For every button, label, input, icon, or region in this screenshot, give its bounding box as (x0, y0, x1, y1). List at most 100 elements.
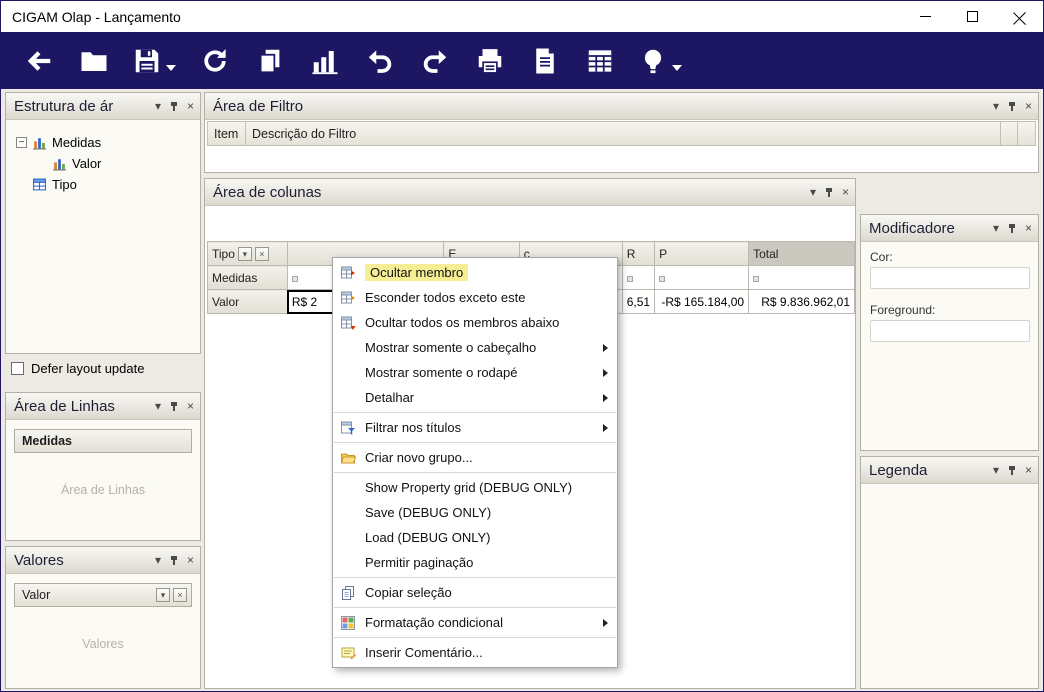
new-group-folder-icon (339, 450, 357, 466)
tips-dropdown-icon[interactable] (672, 64, 682, 71)
dropdown-icon[interactable]: ▾ (155, 554, 161, 566)
submenu-arrow-icon (603, 393, 608, 402)
pivot-col-header[interactable]: R (621, 241, 656, 266)
bar-chart-icon (312, 50, 337, 74)
redo-icon (423, 49, 446, 73)
menu-item-filtrar-titulos[interactable]: Filtrar nos títulos (333, 415, 617, 440)
remove-field-icon[interactable]: × (173, 588, 187, 602)
pin-icon[interactable] (1007, 465, 1017, 476)
close-panel-icon[interactable]: × (1025, 464, 1032, 476)
field-medidas[interactable]: Medidas (14, 429, 192, 453)
dropdown-icon[interactable]: ▾ (810, 186, 816, 198)
menu-item-load-debug[interactable]: Load (DEBUG ONLY) (333, 525, 617, 550)
dropdown-icon[interactable]: ▾ (993, 464, 999, 476)
close-button[interactable] (996, 1, 1043, 32)
filter-col-item[interactable]: Item (208, 122, 246, 145)
pivot-col-header-total[interactable]: Total (748, 241, 855, 266)
menu-item-ocultar-membro[interactable]: Ocultar membro (333, 260, 617, 285)
pin-icon[interactable] (169, 555, 179, 566)
tree-panel-header: Estrutura de ár ▾ × (6, 93, 200, 120)
maximize-icon (967, 11, 978, 22)
pin-icon[interactable] (1007, 101, 1017, 112)
open-button[interactable] (66, 38, 121, 84)
pivot-col-header[interactable]: P (654, 241, 750, 266)
chart-button[interactable] (297, 38, 352, 84)
color-input[interactable] (870, 267, 1030, 289)
pivot-row-header-valor[interactable]: Valor (207, 289, 288, 314)
print-button[interactable] (462, 38, 517, 84)
menu-item-esconder-todos-exceto[interactable]: Esconder todos exceto este (333, 285, 617, 310)
grid-view-button[interactable] (572, 38, 627, 84)
pin-icon[interactable] (824, 187, 834, 198)
pivot-value-cell[interactable]: R$ 9.836.962,01 (748, 289, 855, 314)
values-panel-body: Valor ▾ × Valores (6, 574, 200, 688)
tips-button[interactable] (627, 38, 693, 84)
pivot-cell[interactable] (748, 265, 855, 290)
remove-field-icon[interactable]: × (254, 246, 269, 261)
back-button[interactable] (11, 38, 66, 84)
undo-button[interactable] (352, 38, 407, 84)
pivot-value-cell[interactable]: 6,51 (621, 289, 656, 314)
tree-item-valor[interactable]: Valor (16, 153, 200, 174)
dropdown-icon[interactable]: ▾ (993, 222, 999, 234)
save-button[interactable] (121, 38, 187, 84)
pin-icon[interactable] (169, 401, 179, 412)
tree-item-tipo[interactable]: Tipo (16, 174, 200, 195)
menu-item-show-property-grid[interactable]: Show Property grid (DEBUG ONLY) (333, 475, 617, 500)
close-panel-icon[interactable]: × (842, 186, 849, 198)
menu-separator (334, 577, 616, 578)
close-panel-icon[interactable]: × (1025, 222, 1032, 234)
values-panel-header: Valores ▾ × (6, 547, 200, 574)
filter-col-extra-2[interactable] (1018, 122, 1035, 145)
pivot-row-header-medidas[interactable]: Medidas (207, 265, 288, 290)
filter-grid: Item Descrição do Filtro (207, 121, 1036, 146)
filter-col-extra-1[interactable] (1001, 122, 1018, 145)
close-panel-icon[interactable]: × (187, 400, 194, 412)
menu-item-ocultar-membros-abaixo[interactable]: Ocultar todos os membros abaixo (333, 310, 617, 335)
menu-item-formatacao-condicional[interactable]: Formatação condicional (333, 610, 617, 635)
menu-item-detalhar[interactable]: Detalhar (333, 385, 617, 410)
save-dropdown-icon[interactable] (166, 64, 176, 71)
field-valor[interactable]: Valor ▾ × (14, 583, 192, 607)
menu-item-mostrar-rodape[interactable]: Mostrar somente o rodapé (333, 360, 617, 385)
foreground-input[interactable] (870, 320, 1030, 342)
pin-icon[interactable] (169, 101, 179, 112)
filter-dropdown-icon[interactable]: ▾ (237, 246, 252, 261)
legend-panel-body (861, 484, 1038, 688)
minimize-button[interactable] (902, 1, 949, 32)
dropdown-icon[interactable]: ▾ (155, 400, 161, 412)
defer-layout-row: Defer layout update (11, 361, 144, 376)
rows-area-panel: Área de Linhas ▾ × Medidas Área de Linha… (5, 392, 201, 541)
dropdown-icon[interactable]: ▾ (993, 100, 999, 112)
tree-item-medidas[interactable]: − Medidas (16, 132, 200, 153)
undo-icon (368, 49, 391, 73)
redo-button[interactable] (407, 38, 462, 84)
app-window: CIGAM Olap - Lançamento Estrutura de ár … (0, 0, 1044, 692)
dropdown-icon[interactable]: ▾ (155, 100, 161, 112)
defer-layout-checkbox[interactable] (11, 362, 24, 375)
print-preview-button[interactable] (517, 38, 572, 84)
filter-area-header: Área de Filtro ▾ × (205, 93, 1038, 120)
pivot-cell[interactable] (621, 265, 656, 290)
menu-item-permitir-paginacao[interactable]: Permitir paginação (333, 550, 617, 575)
filter-col-descricao[interactable]: Descrição do Filtro (246, 122, 1001, 145)
refresh-button[interactable] (187, 38, 242, 84)
close-panel-icon[interactable]: × (187, 554, 194, 566)
pin-icon[interactable] (1007, 223, 1017, 234)
menu-item-mostrar-cabecalho[interactable]: Mostrar somente o cabeçalho (333, 335, 617, 360)
collapse-icon[interactable]: − (16, 137, 27, 148)
copy-button[interactable] (242, 38, 297, 84)
field-valor-label: Valor (22, 588, 51, 602)
pivot-cell[interactable] (654, 265, 750, 290)
maximize-button[interactable] (949, 1, 996, 32)
close-panel-icon[interactable]: × (1025, 100, 1032, 112)
tree-panel-title: Estrutura de ár (14, 97, 114, 115)
menu-item-criar-novo-grupo[interactable]: Criar novo grupo... (333, 445, 617, 470)
filter-dropdown-icon[interactable]: ▾ (156, 588, 170, 602)
pivot-value-cell[interactable]: -R$ 165.184,00 (654, 289, 750, 314)
menu-item-copiar-selecao[interactable]: Copiar seleção (333, 580, 617, 605)
menu-item-save-debug[interactable]: Save (DEBUG ONLY) (333, 500, 617, 525)
menu-item-inserir-comentario[interactable]: Inserir Comentário... (333, 640, 617, 665)
pivot-field-tipo[interactable]: Tipo ▾ × (207, 241, 288, 266)
close-panel-icon[interactable]: × (187, 100, 194, 112)
